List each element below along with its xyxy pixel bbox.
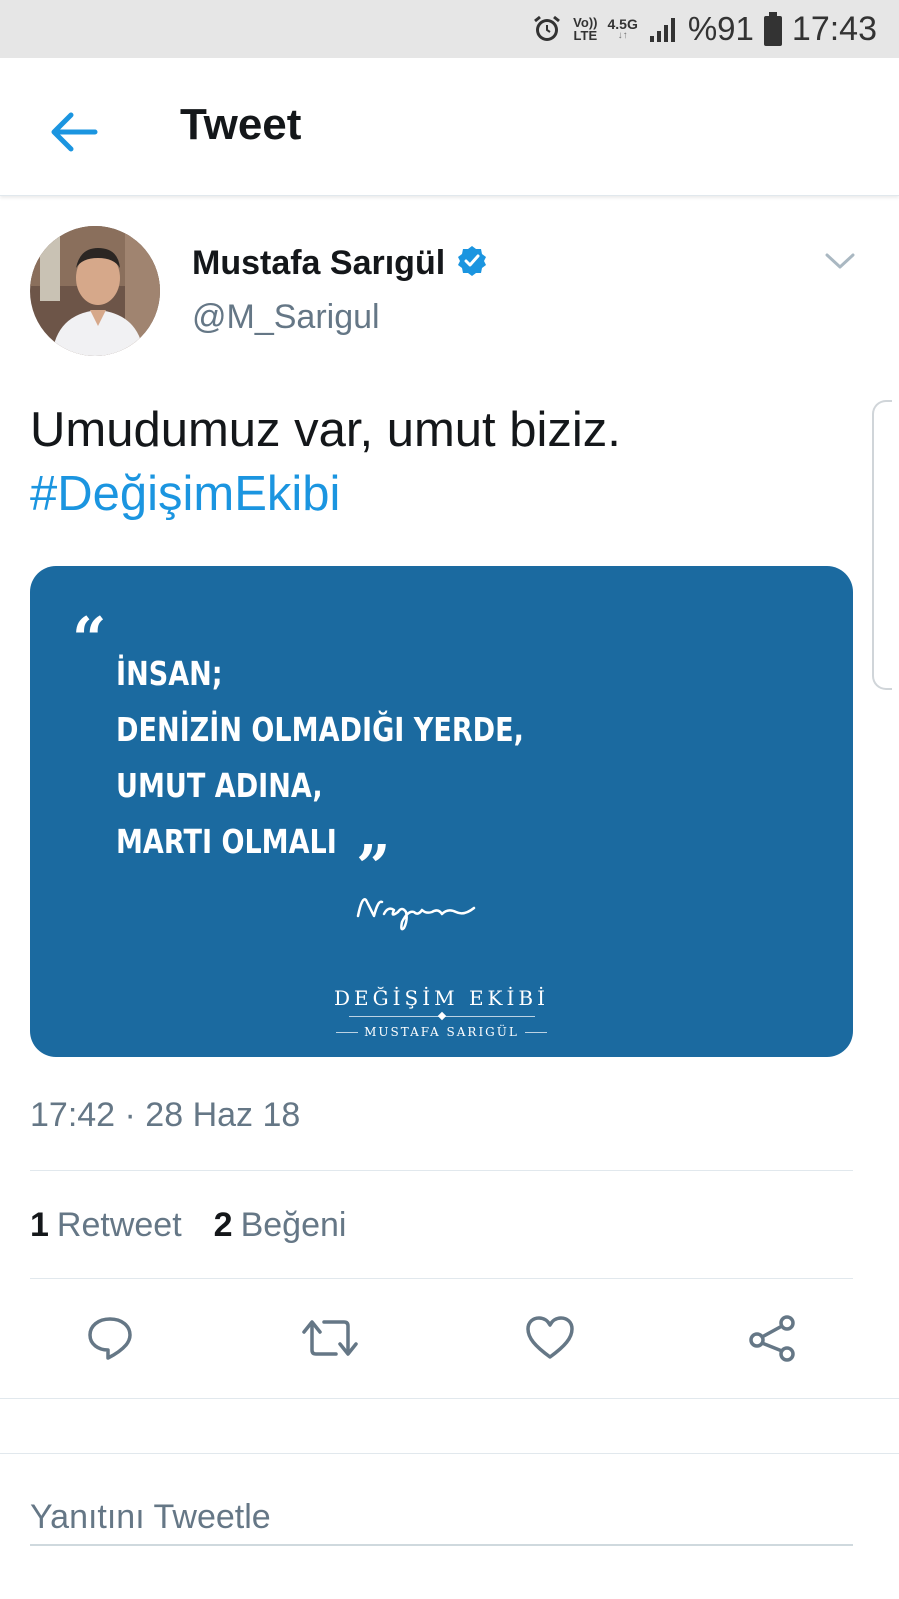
quote-line: UMUT ADINA, <box>116 766 323 805</box>
tweet-text: Umudumuz var, umut biziz. #DeğişimEkibi <box>30 398 621 526</box>
status-bar: Vo)) LTE 4.5G ↓↑ %91 17:43 <box>0 0 899 58</box>
status-time: 17:43 <box>791 9 877 48</box>
retweet-count[interactable]: 1 Retweet <box>30 1206 182 1245</box>
quote-line: MARTI OLMALI <box>116 822 337 861</box>
volte-bottom-label: LTE <box>573 28 598 43</box>
retweet-count-label: Retweet <box>56 1206 182 1244</box>
data-arrows-icon: ↓↑ <box>617 30 628 41</box>
tweet-menu-button[interactable] <box>822 246 858 276</box>
share-icon <box>749 1315 795 1362</box>
reply-icon <box>88 1317 132 1360</box>
volte-indicator: Vo)) LTE <box>573 16 597 42</box>
divider <box>30 1170 853 1171</box>
alarm-clock-icon <box>531 13 563 45</box>
quote-line: İNSAN; <box>116 654 223 693</box>
brand-divider <box>348 1011 535 1021</box>
author-handle[interactable]: @M_Sarigul <box>192 298 380 337</box>
network-label: 4.5G <box>607 16 638 32</box>
tweet-body: Umudumuz var, umut biziz. <box>30 403 621 457</box>
open-quote-icon: “ <box>72 605 107 675</box>
brand-subtitle: MUSTAFA SARIGÜL <box>30 1025 853 1039</box>
retweet-button[interactable] <box>300 1310 360 1366</box>
reply-button[interactable] <box>80 1310 140 1366</box>
tweet-media-image[interactable]: “ İNSAN; DENİZİN OLMADIĞI YERDE, UMUT AD… <box>30 566 853 1057</box>
top-app-bar: Tweet <box>0 58 899 196</box>
retweet-icon <box>302 1320 358 1356</box>
chevron-down-icon <box>825 253 855 269</box>
like-count-number: 2 <box>213 1206 233 1244</box>
back-button[interactable] <box>44 102 104 162</box>
quote-line: DENİZİN OLMADIĞI YERDE, <box>116 710 524 749</box>
brand-subtitle-text: MUSTAFA SARIGÜL <box>364 1025 519 1039</box>
battery-percent: %91 <box>687 10 754 47</box>
battery-icon <box>763 12 782 46</box>
divider <box>30 1278 853 1279</box>
arrow-left-icon <box>51 112 98 152</box>
tweet-actions <box>0 1310 899 1366</box>
section-separator <box>0 1398 899 1454</box>
like-button[interactable] <box>520 1310 580 1366</box>
signal-bars-icon <box>648 14 678 44</box>
tweet-stats: 1 Retweet 2 Beğeni <box>30 1206 346 1245</box>
page-title: Tweet <box>180 100 302 149</box>
reply-input[interactable] <box>30 1490 853 1546</box>
brand-logo: DEĞİŞİM EKİBİ MUSTAFA SARIGÜL <box>30 986 853 1039</box>
author-name-row[interactable]: Mustafa Sarıgül <box>192 244 489 283</box>
handwritten-signature <box>352 886 482 937</box>
edge-panel-handle[interactable] <box>872 400 892 690</box>
author-name[interactable]: Mustafa Sarıgül <box>192 244 445 283</box>
retweet-count-number: 1 <box>30 1206 49 1244</box>
hashtag-link[interactable]: #DeğişimEkibi <box>30 462 621 526</box>
like-icon <box>526 1316 574 1359</box>
tweet-timestamp[interactable]: 17:42 · 28 Haz 18 <box>30 1096 300 1135</box>
share-button[interactable] <box>742 1310 802 1366</box>
verified-badge-icon <box>455 244 489 283</box>
like-count[interactable]: 2 Beğeni <box>214 1206 347 1245</box>
avatar[interactable] <box>30 226 160 356</box>
like-count-label: Beğeni <box>240 1206 347 1244</box>
network-indicator: 4.5G ↓↑ <box>607 17 637 41</box>
brand-title: DEĞİŞİM EKİBİ <box>334 986 549 1010</box>
